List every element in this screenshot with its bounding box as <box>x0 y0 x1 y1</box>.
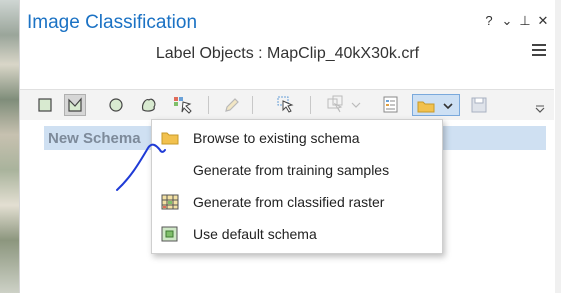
label-picker-icon[interactable] <box>325 94 347 116</box>
save-icon[interactable] <box>468 94 490 116</box>
map-background-strip <box>0 0 19 293</box>
options-chevron-icon[interactable]: ⌄ <box>501 13 513 29</box>
polygon-icon[interactable] <box>64 94 86 116</box>
rectangle-icon[interactable] <box>34 94 56 116</box>
pane-title: Image Classification <box>27 12 198 33</box>
close-icon[interactable]: ✕ <box>537 13 549 29</box>
freehand-icon[interactable] <box>138 94 160 116</box>
segment-picker-icon[interactable] <box>172 94 194 116</box>
right-edge-strip <box>555 0 561 293</box>
pin-icon[interactable]: ⊥ <box>519 13 531 29</box>
window-controls: ? ⌄ ⊥ ✕ <box>483 13 549 29</box>
schema-name: New Schema <box>48 130 141 147</box>
folder-icon <box>161 130 179 146</box>
menu-item-browse-schema[interactable]: Browse to existing schema <box>152 122 442 154</box>
menu-item-training-samples[interactable]: Generate from training samples <box>152 154 442 186</box>
menu-item-default-schema[interactable]: Use default schema <box>152 218 442 250</box>
help-icon[interactable]: ? <box>483 13 495 29</box>
chevron-down-icon[interactable] <box>350 94 362 116</box>
select-arrow-icon[interactable] <box>275 94 297 116</box>
circle-icon[interactable] <box>105 94 127 116</box>
schema-dropdown-menu: Browse to existing schema Generate from … <box>151 119 443 254</box>
folder-open-button[interactable] <box>412 94 460 116</box>
overflow-chevron-icon[interactable] <box>533 94 547 116</box>
default-schema-icon <box>161 226 179 242</box>
properties-icon[interactable] <box>380 94 402 116</box>
pane-subtitle: Label Objects : MapClip_40kX30k.crf <box>155 45 420 62</box>
raster-grid-icon <box>161 194 179 210</box>
edit-pencil-icon[interactable] <box>221 94 243 116</box>
hamburger-menu-icon[interactable] <box>532 44 546 58</box>
toolbar <box>20 89 554 121</box>
menu-item-classified-raster[interactable]: Generate from classified raster <box>152 186 442 218</box>
